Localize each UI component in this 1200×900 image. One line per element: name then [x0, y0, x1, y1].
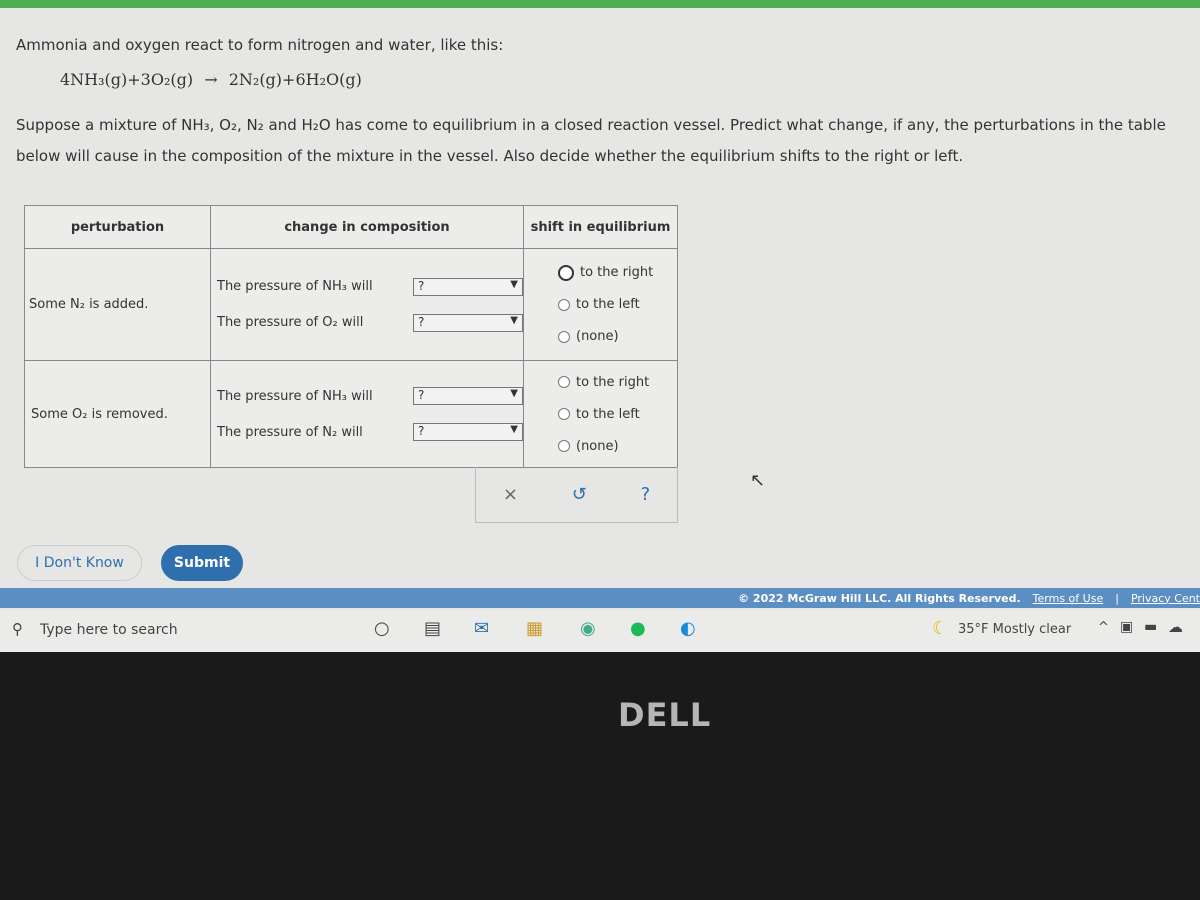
perturbation-table: perturbation change in composition shift…: [24, 205, 678, 468]
radio-circle: [558, 298, 570, 311]
radio-circle: [558, 440, 570, 452]
taskbar: ⚲ Type here to search ○ ▤ ✉ ▦ ◉ ● ◐ ☾ 35…: [0, 610, 1200, 652]
pressure-select[interactable]: ? ▼: [413, 313, 523, 332]
copyright: © 2022 McGraw Hill LLC. All Rights Reser…: [738, 591, 1021, 605]
chevron-down-icon: ▼: [510, 278, 518, 290]
header-perturbation: perturbation: [24, 205, 211, 249]
intro-text: Ammonia and oxygen react to form nitroge…: [16, 36, 504, 54]
shift-cell: to the right to the left (none): [523, 248, 678, 361]
radio-label: (none): [576, 438, 619, 454]
change-cell: The pressure of NH₃ will? ▼ The pressure …: [210, 248, 524, 361]
spotify-icon[interactable]: ●: [630, 618, 646, 639]
radio-none[interactable]: (none): [524, 321, 677, 353]
radio-label: (none): [576, 329, 619, 344]
chevron-up-icon[interactable]: ^: [1098, 620, 1109, 635]
radio-circle: [558, 408, 570, 420]
reactants: 4NH₃(g)+3O₂(g): [60, 70, 194, 89]
camera-icon[interactable]: ▣: [1120, 619, 1133, 635]
shift-cell: to the right to the left (none): [523, 360, 678, 468]
top-progress-bar: [0, 0, 1200, 8]
radio-left[interactable]: to the left: [524, 398, 677, 430]
select-value: ?: [418, 424, 425, 438]
change-label: The pressure of O₂ will: [217, 315, 364, 330]
question-line-1: Suppose a mixture of NH₃, O₂, N₂ and H₂O…: [16, 116, 1166, 134]
radio-right[interactable]: to the right: [524, 366, 677, 398]
chevron-down-icon: ▼: [510, 314, 518, 326]
mouse-cursor-icon: ↖: [750, 470, 766, 491]
submit-button[interactable]: Submit: [161, 545, 243, 581]
terms-link[interactable]: Terms of Use: [1033, 592, 1104, 605]
radio-label: to the left: [576, 406, 640, 422]
pressure-select[interactable]: ? ▼: [413, 387, 523, 405]
edge-icon[interactable]: ◐: [680, 618, 696, 639]
taskbar-search-input[interactable]: Type here to search: [40, 622, 178, 638]
dont-know-button[interactable]: I Don't Know: [17, 545, 142, 581]
radio-circle: [558, 330, 570, 343]
perturbation-cell: Some O₂ is removed.: [24, 360, 211, 468]
arrow-icon: →: [204, 70, 218, 89]
chevron-down-icon: ▼: [510, 424, 518, 435]
select-value: ?: [418, 278, 425, 293]
question-line-2: below will cause in the composition of t…: [16, 147, 964, 165]
chevron-down-icon: ▼: [510, 388, 518, 399]
separator: |: [1115, 591, 1119, 605]
equation: 4NH₃(g)+3O₂(g) → 2N₂(g)+6H₂O(g): [60, 70, 362, 89]
file-explorer-icon[interactable]: ▦: [526, 618, 543, 639]
radio-label: to the right: [576, 374, 650, 390]
chrome-icon[interactable]: ◉: [580, 618, 596, 639]
header-shift: shift in equilibrium: [523, 205, 678, 249]
radio-label: to the left: [576, 297, 640, 312]
select-value: ?: [418, 314, 425, 329]
radio-label: to the right: [580, 265, 654, 280]
moon-icon: ☾: [932, 618, 949, 639]
perturbation-cell: Some N₂ is added.: [24, 248, 211, 361]
privacy-link[interactable]: Privacy Cent: [1131, 592, 1200, 605]
dell-logo: DELL: [618, 696, 712, 734]
radio-right[interactable]: to the right: [524, 257, 677, 289]
weather-text[interactable]: 35°F Mostly clear: [958, 622, 1071, 637]
task-view-icon[interactable]: ▤: [424, 618, 441, 639]
change-label: The pressure of NH₃ will: [217, 388, 373, 404]
pressure-select[interactable]: ? ▼: [413, 423, 523, 441]
change-label: The pressure of NH₃ will: [217, 279, 373, 294]
battery-icon[interactable]: ▬: [1144, 619, 1157, 635]
cloud-icon[interactable]: ☁: [1168, 618, 1183, 636]
undo-icon[interactable]: ↺: [572, 484, 587, 505]
pressure-select[interactable]: ? ▼: [413, 277, 523, 296]
clear-icon[interactable]: ×: [503, 484, 518, 505]
radio-left[interactable]: to the left: [524, 289, 677, 321]
products: 2N₂(g)+6H₂O(g): [228, 70, 362, 89]
cortana-icon[interactable]: ○: [374, 618, 390, 639]
change-label: The pressure of N₂ will: [217, 424, 363, 440]
footer: © 2022 McGraw Hill LLC. All Rights Reser…: [0, 588, 1200, 608]
help-icon[interactable]: ?: [641, 484, 651, 505]
screen: Ammonia and oxygen react to form nitroge…: [0, 0, 1200, 652]
radio-none[interactable]: (none): [524, 430, 677, 462]
header-change: change in composition: [210, 205, 524, 249]
select-value: ?: [418, 388, 425, 402]
answer-tools: × ↺ ?: [475, 467, 678, 523]
mail-icon[interactable]: ✉: [474, 618, 489, 639]
change-cell: The pressure of NH₃ will? ▼ The pressure …: [210, 360, 524, 468]
search-icon: ⚲: [12, 620, 23, 638]
radio-circle: [558, 376, 570, 388]
radio-circle: [558, 264, 574, 281]
